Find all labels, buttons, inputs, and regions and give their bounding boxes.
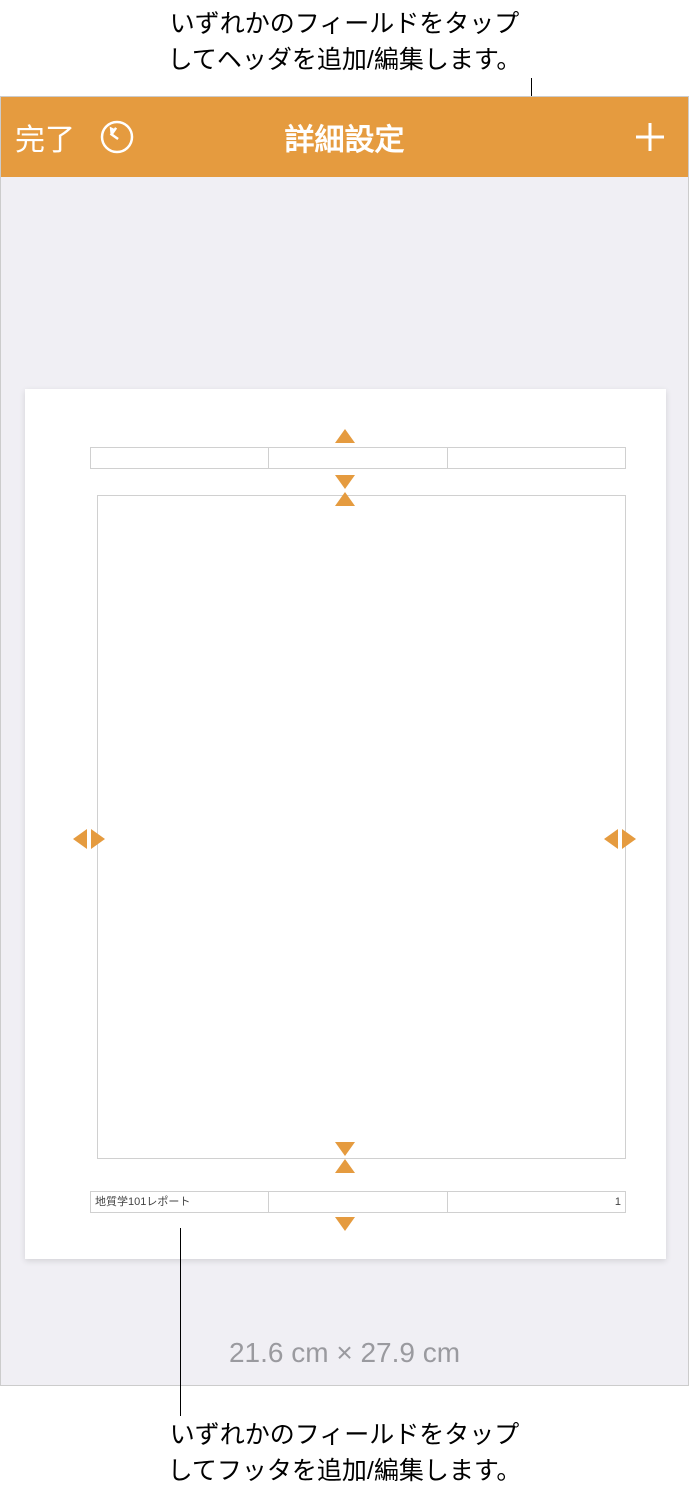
callout-footer-line2: してフッタを追加/編集します。: [0, 1453, 689, 1489]
margin-arrow-top-down[interactable]: [335, 475, 355, 489]
header-fields: [90, 447, 626, 469]
page-body: [97, 495, 626, 1159]
callout-footer-line1: いずれかのフィールドをタップ: [0, 1417, 689, 1453]
page-preview: 地質学101レポート 1: [25, 389, 666, 1259]
done-button[interactable]: 完了: [15, 115, 75, 159]
plus-icon: [630, 117, 670, 157]
undo-icon: [99, 119, 135, 155]
add-button[interactable]: [630, 117, 670, 157]
footer-field-center[interactable]: [269, 1191, 447, 1213]
margin-arrow-left-in[interactable]: [73, 829, 87, 849]
callout-header-line2: してヘッダを追加/編集します。: [0, 42, 689, 78]
toolbar: 完了 詳細設定: [1, 97, 688, 177]
header-field-left[interactable]: [90, 447, 269, 469]
footer-field-right[interactable]: 1: [448, 1191, 626, 1213]
footer-fields: 地質学101レポート 1: [90, 1191, 626, 1213]
page-size-label: 21.6 cm × 27.9 cm: [1, 1337, 688, 1369]
margin-arrow-top-up2[interactable]: [335, 492, 355, 506]
margin-arrow-page-bottom-down[interactable]: [335, 1217, 355, 1231]
margin-arrow-right-in[interactable]: [604, 829, 618, 849]
margin-arrow-right-out[interactable]: [622, 829, 636, 849]
callout-footer: いずれかのフィールドをタップ してフッタを追加/編集します。: [0, 1417, 689, 1490]
margin-arrow-page-top-up[interactable]: [335, 429, 355, 443]
margin-arrow-bottom-down2[interactable]: [335, 1142, 355, 1156]
footer-field-left[interactable]: 地質学101レポート: [90, 1191, 269, 1213]
margin-arrow-left-out[interactable]: [91, 829, 105, 849]
header-field-right[interactable]: [448, 447, 626, 469]
undo-button[interactable]: [99, 119, 135, 155]
callout-header: いずれかのフィールドをタップ してヘッダを追加/編集します。: [0, 6, 689, 79]
callout-footer-leader: [180, 1228, 181, 1416]
app-window: 完了 詳細設定: [0, 96, 689, 1386]
header-field-center[interactable]: [269, 447, 447, 469]
margin-arrow-bottom-up[interactable]: [335, 1159, 355, 1173]
callout-header-line1: いずれかのフィールドをタップ: [0, 6, 689, 42]
